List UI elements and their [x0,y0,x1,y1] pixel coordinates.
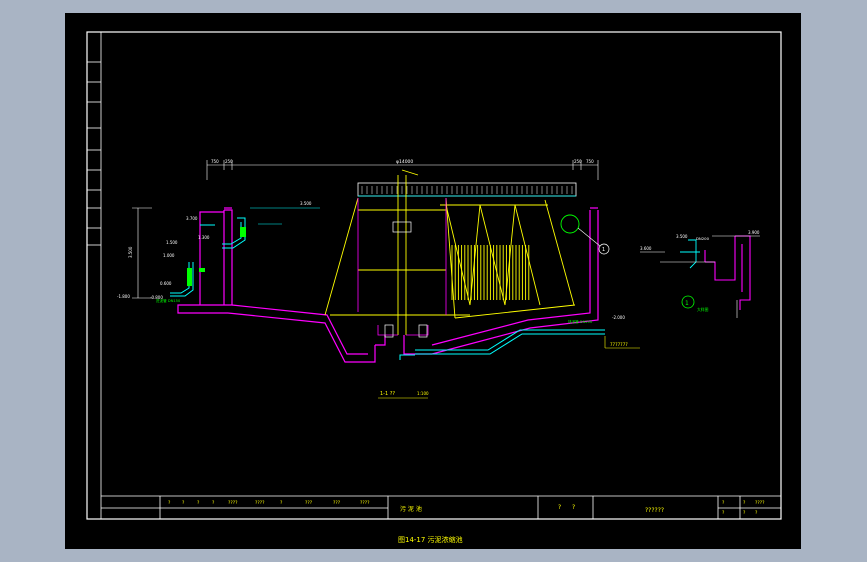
title-block-center: 污 泥 池 [400,505,422,513]
note-flow: 进泥管 DN150 [156,298,181,303]
elev-e2: 1.300 [198,235,210,240]
dim-left-b: 250 [225,159,233,164]
title-block-cell: ???? [228,500,238,506]
title-block-cell: ??? [333,500,341,506]
section-title: 1-1 ?? [380,391,395,397]
elev-e3: 1.000 [163,253,175,258]
callout-mark: 1 [602,247,605,253]
title-block-right-cell: ???? [755,500,765,506]
elev-low: -1.800 [117,294,130,299]
dim-right-b: 750 [586,159,594,164]
detail-elev-c: 3.500 [676,234,688,239]
title-block-cell: ???? [360,500,370,506]
detail-elev-a: 3.600 [640,246,652,251]
title-block-cell: ???? [255,500,265,506]
elev-e4: 0.600 [160,281,172,286]
note-drain: 排泥管 DN200 [568,319,593,324]
detail-elev-b: 3.900 [748,230,760,235]
section-scale: 1:100 [417,391,429,396]
elevation-column-label: 3.500 [128,246,133,258]
elev-right: -2.000 [612,315,625,320]
elev-water: 3.500 [300,201,312,206]
title-block-cell: ??? [305,500,313,506]
elev-top-left: 3.700 [186,216,198,221]
dim-right-a: 250 [574,159,582,164]
drawing-sheet [65,13,801,549]
dim-left-a: 750 [211,159,219,164]
title-block-mid-a: ? [558,504,561,511]
detail-label: 大样图 [697,307,709,312]
title-block-mid-b: ? [572,504,575,511]
drawing-caption: 图14-17 污泥浓缩池 [398,535,463,544]
title-block-main: ?????? [645,507,664,514]
elev-e1: 1.500 [166,240,178,245]
note-ground: 7777777 [610,342,628,347]
cad-drawing-canvas: ??????????????????????? 污 泥 池 ? ? ??????… [65,13,801,549]
note-pipe: DN200 [696,236,710,241]
detail-mark: 1 [685,300,689,307]
dim-top-total: φ14000 [396,159,413,165]
